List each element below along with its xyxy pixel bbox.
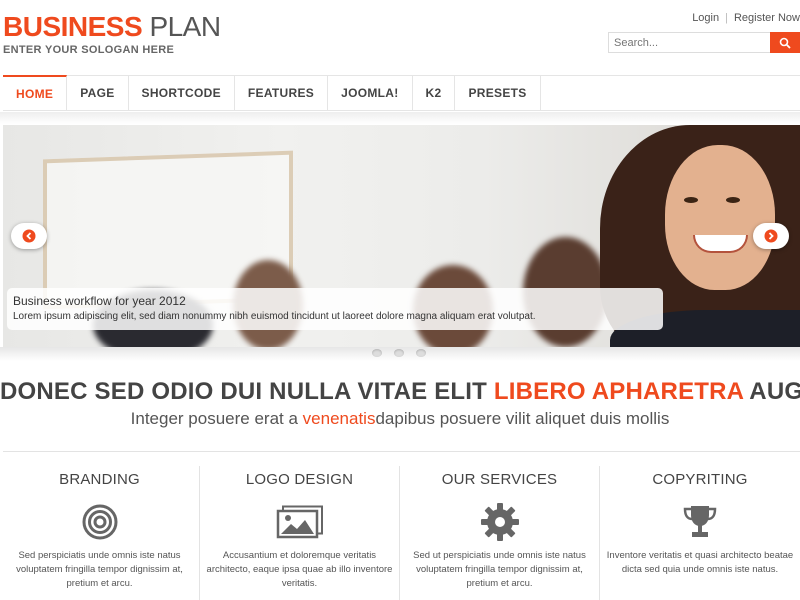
feature-title[interactable]: BRANDING [0,471,199,488]
page-headline: DONEC SED ODIO DUI NULLA VITAE ELIT LIBE… [0,378,800,406]
headline-highlight: LIBERO APHARETRA [493,378,744,405]
subheadline-text: Integer posuere erat a [130,409,303,428]
slide-photo-eye [726,197,740,203]
slider-prev-button[interactable] [11,223,47,249]
feature-branding: BRANDING Sed perspiciatis unde omnis ist… [0,466,200,600]
nav-item-home[interactable]: HOME [3,75,68,110]
top-links: Login | Register Now [692,12,800,24]
feature-title[interactable]: COPYRITING [600,471,800,488]
feature-description: Sed perspiciatis unde omnis iste natus v… [16,550,183,589]
top-links-separator: | [725,12,728,24]
slide-caption-text: Lorem ipsum adipiscing elit, sed diam no… [13,311,536,322]
search-input[interactable] [609,33,769,53]
login-link[interactable]: Login [692,12,719,24]
chevron-left-icon [22,229,36,243]
search-button[interactable] [770,32,800,53]
search-box [608,32,800,53]
site-slogan: ENTER YOUR SOLOGAN HERE [3,44,175,56]
hero-slider: Business workflow for year 2012 Lorem ip… [3,125,800,347]
feature-title[interactable]: LOGO DESIGN [200,471,399,488]
nav-item-joomla[interactable]: JOOMLA! [328,76,413,110]
slide-caption-title: Business workflow for year 2012 [13,294,186,308]
chevron-right-icon [764,229,778,243]
nav-shadow [0,112,800,124]
feature-description: Accusantium et doloremque veritatis arch… [206,550,393,589]
target-icon [75,504,125,540]
slide-photo-woman-face [665,145,775,290]
feature-title[interactable]: OUR SERVICES [400,471,599,488]
feature-our-services: OUR SERVICES Sed ut perspiciatis unde om… [400,466,600,600]
site-title: BUSINESS PLAN [3,12,221,42]
nav-item-page[interactable]: PAGE [67,76,129,110]
headline-text-end: AUGUE [749,378,800,405]
image-icon [275,504,325,540]
nav-item-shortcode[interactable]: SHORTCODE [129,76,235,110]
brand-name-secondary: PLAN [149,11,221,42]
slide-photo-eye [684,197,698,203]
slider-next-button[interactable] [753,223,789,249]
feature-logo-design: LOGO DESIGN Accusantium et doloremque ve… [200,466,400,600]
logo[interactable]: BUSINESS PLAN ENTER YOUR SOLOGAN HERE [3,12,221,57]
nav-item-k2[interactable]: K2 [413,76,456,110]
subheadline-highlight: venenatis [302,409,376,428]
brand-name-primary: BUSINESS [3,11,143,42]
feature-copyriting: COPYRITING Inventore veritatis et quasi … [600,466,800,600]
slide-caption: Business workflow for year 2012 Lorem ip… [7,288,663,330]
trophy-icon [675,504,725,540]
register-link[interactable]: Register Now [734,12,800,24]
slider-dot-3[interactable] [416,349,426,357]
features-row: BRANDING Sed perspiciatis unde omnis ist… [0,466,800,600]
search-icon [779,37,791,49]
slider-dot-2[interactable] [394,349,404,357]
section-divider [3,451,800,452]
headline-text: DONEC SED ODIO DUI NULLA VITAE ELIT [0,378,494,405]
slider-dot-1[interactable] [372,349,382,357]
page-subheadline: Integer posuere erat a venenatisdapibus … [0,409,800,429]
slider-pagination [372,349,426,357]
main-nav: HOME PAGE SHORTCODE FEATURES JOOMLA! K2 … [3,75,800,111]
nav-item-presets[interactable]: PRESETS [455,76,541,110]
gear-icon [475,503,525,541]
feature-description: Sed ut perspiciatis unde omnis iste natu… [413,550,586,589]
subheadline-text-end: dapibus posuere vilit aliquet duis molli… [375,409,670,428]
feature-description: Inventore veritatis et quasi architecto … [606,550,794,575]
nav-item-features[interactable]: FEATURES [235,76,329,110]
